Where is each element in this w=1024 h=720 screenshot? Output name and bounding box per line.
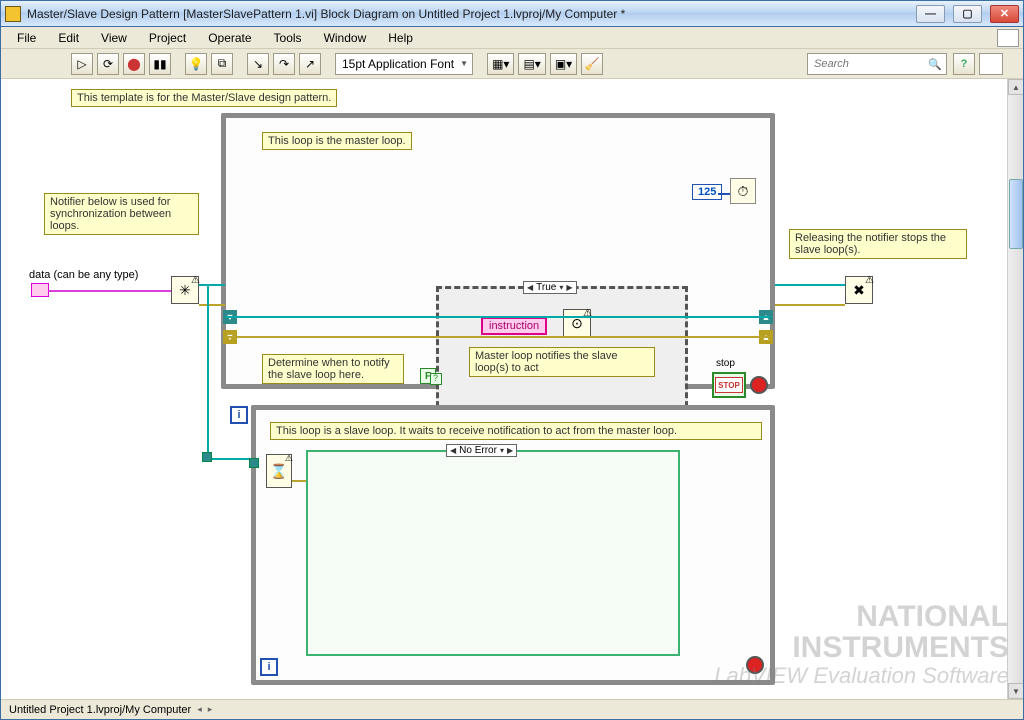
- slave-loop-condition[interactable]: [746, 656, 764, 674]
- step-into-button[interactable]: ↘: [247, 53, 269, 75]
- menu-operate[interactable]: Operate: [198, 28, 261, 48]
- send-notification-node[interactable]: ⊙⚠: [563, 309, 591, 337]
- stop-button-inner: STOP: [715, 377, 743, 393]
- notifier-description-label: Notifier below is used for synchronizati…: [44, 193, 199, 235]
- abort-button[interactable]: ⬤: [123, 53, 145, 75]
- case-selector-terminal[interactable]: ?: [430, 373, 442, 385]
- wire-ref-to-slave: [207, 458, 251, 460]
- wait-on-notification-node[interactable]: ⌛⚠: [266, 454, 292, 488]
- master-while-loop[interactable]: This loop is the master loop. 125 Determ…: [221, 113, 775, 389]
- scroll-down-icon[interactable]: ▼: [1008, 683, 1023, 699]
- slave-case-structure[interactable]: ◀ No Error ▾ ▶: [306, 450, 680, 656]
- window-title: Master/Slave Design Pattern [MasterSlave…: [27, 7, 908, 21]
- slave-case-prev-icon[interactable]: ◀: [450, 446, 456, 455]
- step-over-button[interactable]: ↷: [273, 53, 295, 75]
- wire-junction: [202, 452, 212, 462]
- release-notifier-node[interactable]: ✖⚠: [845, 276, 873, 304]
- case-next-icon[interactable]: ▶: [566, 283, 572, 292]
- font-dropdown[interactable]: 15pt Application Font: [335, 53, 473, 75]
- reorder-dropdown[interactable]: ▣▾: [550, 53, 577, 75]
- slave-case-next-icon[interactable]: ▶: [507, 446, 513, 455]
- menu-tools[interactable]: Tools: [264, 28, 312, 48]
- wire-err-to-release: [775, 304, 845, 306]
- app-icon: [5, 6, 21, 22]
- slave-case-selector[interactable]: ◀ No Error ▾ ▶: [446, 444, 517, 457]
- slave-loop-iteration[interactable]: i: [260, 658, 278, 676]
- release-notifier-label: Releasing the notifier stops the slave l…: [789, 229, 967, 259]
- wire-notifier-ref-master: [226, 316, 770, 318]
- menu-help[interactable]: Help: [378, 28, 423, 48]
- loop-delay-constant[interactable]: 125: [692, 184, 722, 200]
- instruction-constant[interactable]: instruction: [481, 317, 547, 335]
- menu-edit[interactable]: Edit: [48, 28, 89, 48]
- menu-file[interactable]: File: [7, 28, 46, 48]
- case-dropdown-icon[interactable]: ▾: [559, 283, 563, 292]
- nav-right-icon[interactable]: ▸: [208, 704, 213, 715]
- wire-delay: [718, 193, 730, 195]
- status-bar: Untitled Project 1.lvproj/My Computer ◂ …: [1, 699, 1023, 719]
- nav-left-icon[interactable]: ◂: [197, 704, 202, 715]
- scroll-up-icon[interactable]: ▲: [1008, 79, 1023, 95]
- maximize-button[interactable]: ▢: [953, 5, 982, 23]
- step-out-button[interactable]: ↗: [299, 53, 321, 75]
- run-button[interactable]: ▷: [71, 53, 93, 75]
- determine-notify-label: Determine when to notify the slave loop …: [262, 354, 404, 384]
- distribute-dropdown[interactable]: ▤▾: [518, 53, 545, 75]
- wire-ref-to-release: [775, 284, 845, 286]
- wire-wait-to-case: [292, 480, 306, 482]
- data-type-label: data (can be any type): [29, 269, 138, 281]
- slave-case-label: No Error: [459, 445, 497, 456]
- scroll-thumb[interactable]: [1009, 179, 1023, 249]
- cleanup-button[interactable]: 🧹: [581, 53, 603, 75]
- slave-loop-label: This loop is a slave loop. It waits to r…: [270, 422, 762, 440]
- app-window: Master/Slave Design Pattern [MasterSlave…: [0, 0, 1024, 720]
- stop-label: stop: [716, 358, 735, 369]
- vi-icon[interactable]: [997, 29, 1019, 47]
- stop-button-terminal[interactable]: STOP: [712, 372, 746, 398]
- toolbar: ▷ ⟳ ⬤ ▮▮ 💡 ⧉ ↘ ↷ ↗ 15pt Application Font…: [1, 49, 1023, 79]
- project-path: Untitled Project 1.lvproj/My Computer: [9, 704, 191, 716]
- slave-case-dropdown-icon[interactable]: ▾: [500, 446, 504, 455]
- case-prev-icon[interactable]: ◀: [527, 283, 533, 292]
- wire-err-to-master: [199, 304, 225, 306]
- title-bar: Master/Slave Design Pattern [MasterSlave…: [1, 1, 1023, 27]
- vertical-scrollbar[interactable]: ▲ ▼: [1007, 79, 1023, 699]
- master-notifies-label: Master loop notifies the slave loop(s) t…: [469, 347, 655, 377]
- vi-icon-editor[interactable]: [979, 53, 1003, 75]
- master-case-selector[interactable]: ◀ True ▾ ▶: [523, 281, 577, 294]
- data-type-constant[interactable]: [31, 283, 49, 297]
- retain-wire-button[interactable]: ⧉: [211, 53, 233, 75]
- pause-button[interactable]: ▮▮: [149, 53, 171, 75]
- wire-data-type: [49, 290, 171, 292]
- font-dropdown-label: 15pt Application Font: [342, 57, 454, 71]
- slave-tunnel-ref[interactable]: [249, 458, 259, 468]
- search-input[interactable]: [812, 57, 924, 71]
- wire-error-master: [226, 336, 770, 338]
- search-box[interactable]: 🔍: [807, 53, 947, 75]
- wire-ref-to-master: [199, 284, 225, 286]
- menu-project[interactable]: Project: [139, 28, 196, 48]
- obtain-notifier-node[interactable]: ✳⚠: [171, 276, 199, 304]
- master-loop-label: This loop is the master loop.: [262, 132, 412, 150]
- context-help-button[interactable]: ?: [953, 53, 975, 75]
- master-case-structure[interactable]: ◀ True ▾ ▶ instruction ⊙⚠ Master loop no…: [436, 286, 688, 416]
- highlight-exec-button[interactable]: 💡: [185, 53, 207, 75]
- menu-window[interactable]: Window: [314, 28, 377, 48]
- align-dropdown[interactable]: ▦▾: [487, 53, 514, 75]
- menu-view[interactable]: View: [91, 28, 137, 48]
- slave-while-loop[interactable]: This loop is a slave loop. It waits to r…: [251, 405, 775, 685]
- master-case-label: True: [536, 282, 556, 293]
- master-loop-iteration[interactable]: i: [230, 406, 248, 424]
- search-icon[interactable]: 🔍: [926, 58, 944, 71]
- template-description-label: This template is for the Master/Slave de…: [71, 89, 337, 107]
- close-button[interactable]: ✕: [990, 5, 1019, 23]
- wait-ms-node[interactable]: [730, 178, 756, 204]
- run-continuous-button[interactable]: ⟳: [97, 53, 119, 75]
- master-loop-condition[interactable]: [750, 376, 768, 394]
- minimize-button[interactable]: —: [916, 5, 945, 23]
- wire-ref-down: [207, 284, 209, 459]
- menu-bar: File Edit View Project Operate Tools Win…: [1, 27, 1023, 49]
- block-diagram[interactable]: This template is for the Master/Slave de…: [1, 79, 1023, 699]
